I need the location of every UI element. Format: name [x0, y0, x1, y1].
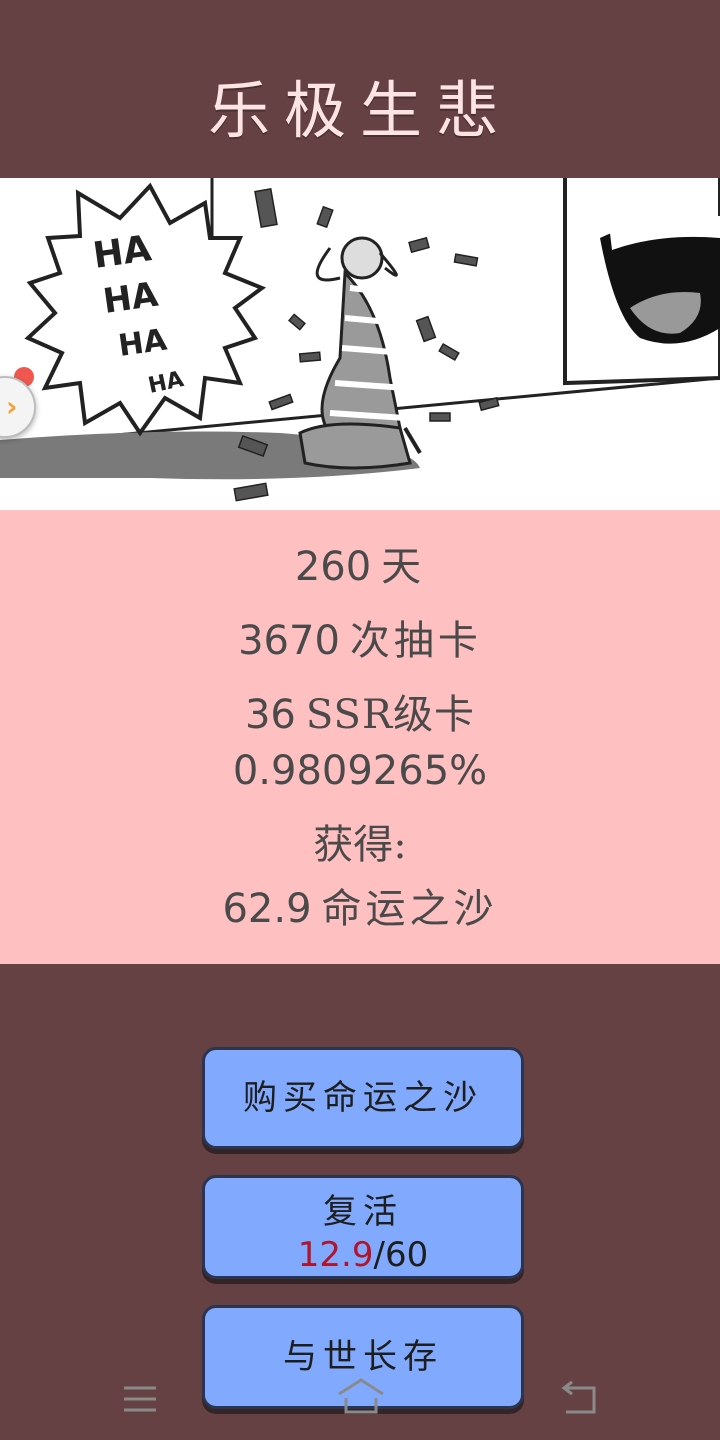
days-stat: 260 天 [0, 534, 720, 592]
revive-cost: 12.9/60 [205, 1235, 521, 1275]
days-value: 260 [294, 544, 372, 590]
revive-current: 12.9 [297, 1235, 374, 1275]
revive-button[interactable]: 复活 12.9/60 [202, 1175, 524, 1279]
ssr-stat: 36 SSR级卡 [0, 682, 720, 740]
obtained-label: 获得: [313, 822, 407, 868]
ssr-value: 36 [244, 692, 296, 738]
title-bar: 乐极生悲 [0, 0, 720, 178]
rate-stat: 0.9809265% [232, 748, 488, 794]
buy-sand-label: 购买命运之沙 [243, 1078, 483, 1118]
comic-image: HA HA HA HA [0, 178, 720, 510]
buy-sand-button[interactable]: 购买命运之沙 [202, 1047, 524, 1149]
home-icon[interactable] [336, 1376, 386, 1416]
sand-value: 62.9 [222, 886, 312, 932]
revive-total: /60 [373, 1235, 429, 1275]
page-title: 乐极生悲 [207, 74, 512, 147]
draws-stat: 3670 次抽卡 [0, 608, 720, 666]
back-icon[interactable] [560, 1380, 600, 1416]
speech-text-2: HA [101, 275, 161, 322]
sand-unit: 命运之沙 [321, 886, 498, 932]
days-unit: 天 [381, 544, 426, 590]
ssr-unit: SSR级卡 [305, 692, 476, 738]
system-nav-bar [0, 1360, 720, 1440]
sand-stat: 62.9 命运之沙 [0, 876, 720, 934]
draws-unit: 次抽卡 [349, 618, 482, 664]
speech-text-3: HA [116, 322, 170, 363]
draws-value: 3670 [238, 618, 340, 664]
menu-icon[interactable] [122, 1384, 158, 1414]
revive-label: 复活 [323, 1192, 403, 1232]
chevron-right-icon: › [6, 390, 18, 423]
speech-text-1: HA [91, 228, 154, 277]
stats-panel: 260 天 3670 次抽卡 36 SSR级卡 0.9809265% 获得: 62.9… [0, 510, 720, 964]
